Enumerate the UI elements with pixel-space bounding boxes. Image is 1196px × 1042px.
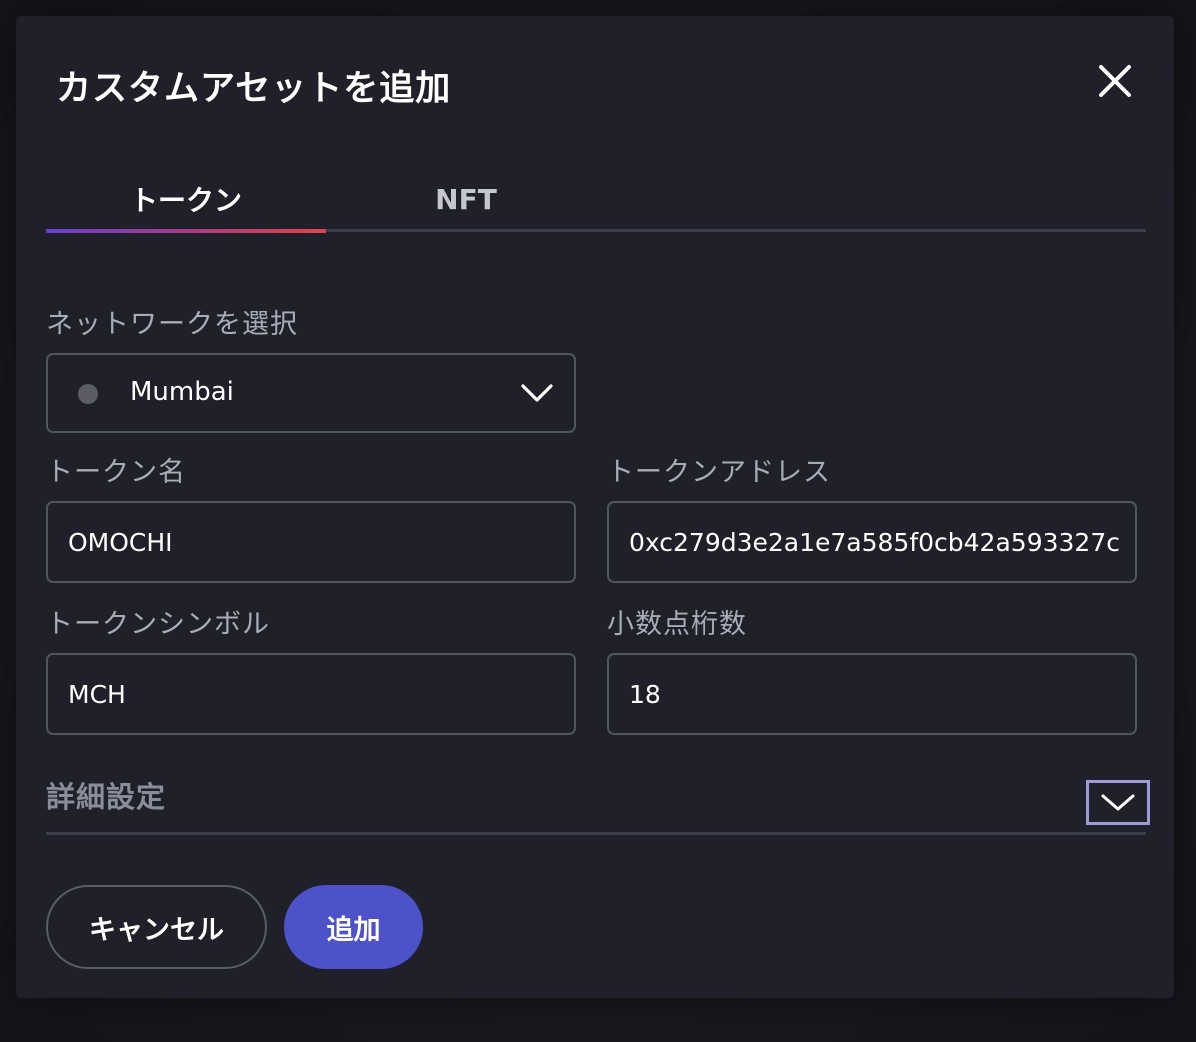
- add-button[interactable]: 追加: [284, 885, 423, 969]
- decimals-label: 小数点桁数: [607, 609, 747, 640]
- tab-token[interactable]: トークン: [46, 166, 326, 232]
- add-custom-asset-dialog: カスタムアセットを追加 トークン NFT ネットワークを選択 Mumbai トー…: [16, 16, 1174, 998]
- token-address-input[interactable]: 0xc279d3e2a1e7a585f0cb42a593327c: [607, 501, 1137, 583]
- asset-type-tabs: トークン NFT: [46, 166, 1146, 236]
- network-label: ネットワークを選択: [46, 309, 298, 340]
- chevron-down-icon: [521, 384, 553, 402]
- network-select[interactable]: Mumbai: [46, 353, 576, 433]
- token-name-input[interactable]: OMOCHI: [46, 501, 576, 583]
- token-address-value: 0xc279d3e2a1e7a585f0cb42a593327c: [629, 527, 1120, 557]
- dialog-title: カスタムアセットを追加: [56, 69, 452, 109]
- chevron-down-icon: [1101, 794, 1135, 810]
- advanced-settings-divider: [46, 832, 1146, 835]
- network-status-dot: [78, 384, 98, 404]
- token-name-value: OMOCHI: [68, 527, 173, 557]
- cancel-button[interactable]: キャンセル: [46, 885, 267, 969]
- decimals-value: 18: [629, 679, 661, 709]
- advanced-settings-toggle[interactable]: [1086, 780, 1150, 825]
- decimals-input[interactable]: 18: [607, 653, 1137, 735]
- token-address-label: トークンアドレス: [607, 457, 831, 488]
- token-symbol-label: トークンシンボル: [46, 609, 270, 640]
- token-name-label: トークン名: [46, 457, 186, 488]
- token-symbol-input[interactable]: MCH: [46, 653, 576, 735]
- close-icon: [1099, 65, 1131, 97]
- advanced-settings-label[interactable]: 詳細設定: [46, 774, 166, 816]
- token-symbol-value: MCH: [68, 679, 126, 709]
- active-tab-indicator: [46, 229, 326, 233]
- tab-nft[interactable]: NFT: [326, 166, 606, 232]
- close-button[interactable]: [1096, 62, 1134, 100]
- network-selected-value: Mumbai: [130, 377, 234, 407]
